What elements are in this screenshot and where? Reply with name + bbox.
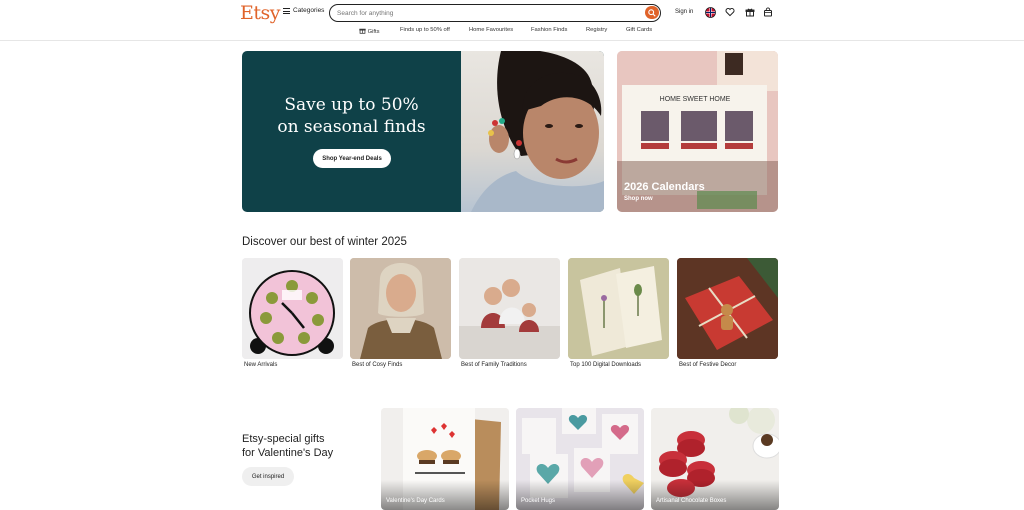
subnav-gifts[interactable]: Gifts — [359, 27, 380, 35]
region-flag-button[interactable] — [704, 6, 716, 18]
subnav-label: Gifts — [367, 29, 380, 35]
hero-banner[interactable]: Save up to 50% on seasonal finds Shop Ye… — [242, 51, 604, 212]
card-chocolate-boxes[interactable]: Artisanal Chocolate Boxes — [651, 408, 779, 510]
valentine-title-line2: for Valentine's Day — [242, 447, 334, 459]
flag-icon — [704, 6, 716, 18]
card-shade — [651, 480, 779, 510]
search-bar — [329, 4, 661, 22]
search-button[interactable] — [645, 6, 659, 19]
clock-cocktail-icon — [242, 258, 343, 359]
get-inspired-button[interactable]: Get inspired — [242, 467, 294, 486]
poster-title: HOME SWEET HOME — [660, 96, 731, 103]
tile-digital-downloads[interactable] — [568, 258, 669, 359]
menu-icon — [283, 7, 290, 14]
calendars-title: 2026 Calendars — [624, 181, 705, 193]
categories-label: Categories — [293, 7, 325, 14]
card-label: Artisanal Chocolate Boxes — [656, 498, 727, 504]
subnav-deals[interactable]: Finds up to 50% off — [400, 27, 450, 33]
hero-title-line2: on seasonal finds — [277, 117, 426, 137]
card-label: Valentine's Day Cards — [386, 498, 445, 504]
calendars-cta: Shop now — [624, 196, 653, 202]
tile-festive-decor[interactable] — [677, 258, 778, 359]
card-shade — [381, 480, 509, 510]
subnav-fashion-finds[interactable]: Fashion Finds — [531, 27, 567, 33]
cart-button[interactable] — [762, 6, 774, 18]
subnav-registry[interactable]: Registry — [586, 27, 607, 33]
card-label: Pocket Hugs — [521, 498, 556, 504]
etsy-logo[interactable]: Etsy — [240, 2, 281, 24]
card-valentines-cards[interactable]: Valentine's Day Cards — [381, 408, 509, 510]
hero-photo — [461, 51, 604, 212]
gift-icon — [745, 8, 755, 17]
woman-earrings-illustration — [471, 51, 604, 212]
signin-link[interactable]: Sign in — [675, 9, 693, 15]
subnav-home-favourites[interactable]: Home Favourites — [469, 27, 513, 33]
gift-icon — [359, 28, 366, 34]
family-baking-photo — [459, 258, 560, 359]
festive-gift-photo — [677, 258, 778, 359]
shopping-bag-icon — [764, 7, 772, 17]
tile-family-traditions[interactable] — [459, 258, 560, 359]
shop-deals-button[interactable]: Shop Year-end Deals — [313, 149, 391, 168]
valentine-title: Etsy-special gifts for Valentine's Day — [242, 432, 362, 460]
tile-cosy-finds[interactable] — [350, 258, 451, 359]
hero-title-line1: Save up to 50% — [284, 95, 419, 115]
winter-section-title: Discover our best of winter 2025 — [242, 236, 407, 248]
card-pocket-hugs[interactable]: Pocket Hugs — [516, 408, 644, 510]
card-shade — [516, 480, 644, 510]
search-input[interactable] — [337, 8, 627, 18]
heart-icon — [725, 7, 735, 17]
subnav-gift-cards[interactable]: Gift Cards — [626, 27, 652, 33]
tile-label: Best of Cosy Finds — [352, 362, 403, 368]
categories-button[interactable]: Categories — [283, 7, 324, 14]
tile-label: New Arrivals — [244, 362, 278, 368]
tile-label: Best of Festive Decor — [679, 362, 737, 368]
hero-title: Save up to 50% on seasonal finds — [242, 94, 461, 138]
digital-cards-photo — [568, 258, 669, 359]
site-header: Etsy Categories Sign in — [0, 0, 1024, 41]
search-icon — [648, 8, 656, 17]
cosy-photo — [350, 258, 451, 359]
gift-mode-button[interactable] — [744, 6, 756, 18]
tile-label: Top 100 Digital Downloads — [570, 362, 642, 368]
tile-label: Best of Family Traditions — [461, 362, 527, 368]
valentine-title-line1: Etsy-special gifts — [242, 433, 325, 445]
favourites-button[interactable] — [724, 6, 736, 18]
tile-new-arrivals[interactable] — [242, 258, 343, 359]
calendars-card[interactable]: HOME SWEET HOME 2026 Calendars Shop now — [617, 51, 778, 212]
